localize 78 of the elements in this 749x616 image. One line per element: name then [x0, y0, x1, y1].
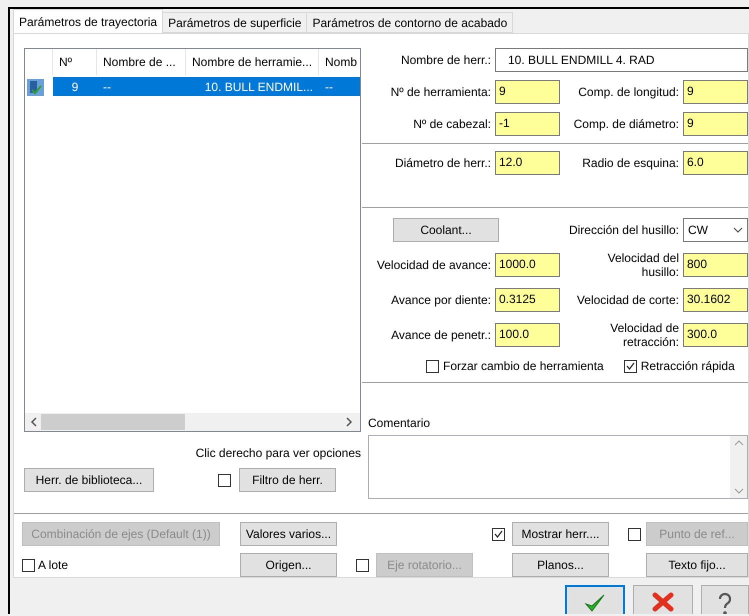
chevron-right-icon [345, 417, 353, 427]
checkbox-label: Forzar cambio de herramienta [443, 359, 604, 373]
comment-label: Comentario [368, 416, 432, 430]
chevron-left-icon [30, 417, 38, 427]
horizontal-scrollbar[interactable] [25, 413, 360, 431]
checkbox[interactable] [22, 558, 35, 572]
input-field[interactable]: 9 [495, 80, 560, 104]
option-button[interactable]: Origen... [240, 553, 337, 577]
table-cell-text: -- [324, 78, 334, 96]
checkbox-label: A lote [38, 558, 68, 572]
field-label: Nº de cabezal: [413, 117, 492, 131]
cancel-button[interactable] [633, 585, 693, 614]
comment-field[interactable] [368, 435, 748, 499]
checkbox[interactable] [426, 360, 439, 372]
field-label: Velocidad del husillo: [608, 251, 680, 279]
field-label: Velocidad de avance: [376, 258, 492, 272]
input-field[interactable]: 0.3125 [495, 288, 560, 312]
vertical-scrollbar[interactable] [730, 436, 747, 498]
field-label: Velocidad de corte: [576, 293, 680, 307]
field-label: Comp. de longitud: [578, 85, 680, 99]
field-label: Avance por diente: [391, 293, 492, 307]
help-icon [717, 592, 733, 614]
field-label: Diámetro de herr.: [394, 156, 492, 170]
tool-list[interactable]: Nº Nombre de ... Nombre de herramie... Nomb 9 -- 10. BULL ENDMIL... -- [24, 48, 361, 432]
dropdown[interactable]: CW [683, 218, 748, 242]
column-header[interactable]: Nombre de herramie... [186, 49, 319, 75]
input-field[interactable]: 6.0 [683, 151, 748, 175]
column-header[interactable]: Nº [53, 49, 97, 75]
chevron-down-icon [733, 227, 743, 233]
input-field[interactable]: 9 [683, 80, 748, 104]
input-field[interactable]: 800 [683, 253, 748, 277]
library-button[interactable]: Herr. de biblioteca... [24, 468, 154, 492]
chevron-up-icon [734, 440, 744, 446]
checkbox-label: Retracción rápida [640, 359, 735, 373]
input-field[interactable]: 1000.0 [495, 253, 560, 277]
checkmark-icon [584, 593, 606, 613]
checkbox[interactable] [624, 360, 637, 372]
input-field[interactable]: 12.0 [495, 151, 560, 175]
hint-text: Clic derecho para ver opciones [196, 446, 361, 460]
checkmark-icon [494, 530, 503, 538]
list-row[interactable]: 9 -- 10. BULL ENDMIL... -- [53, 77, 360, 96]
chevron-down-icon [734, 488, 744, 494]
field-label: Dirección del husillo: [568, 223, 680, 237]
input-field[interactable]: -1 [495, 112, 560, 136]
option-button[interactable]: Texto fijo... [646, 553, 748, 577]
table-cell-text: 10. BULL ENDMIL... [204, 78, 314, 96]
checkbox[interactable] [492, 528, 505, 540]
column-header[interactable]: Nomb [319, 49, 360, 75]
help-button[interactable] [701, 585, 749, 614]
tab[interactable]: Parámetros de contorno de acabado [306, 12, 514, 33]
input-field[interactable]: 300.0 [683, 323, 748, 347]
field-label: Nº de herramienta: [390, 85, 492, 99]
input-field[interactable]: 100.0 [495, 323, 560, 347]
checkbox[interactable] [628, 528, 641, 540]
checkbox[interactable] [356, 558, 369, 572]
input-field[interactable]: 10. BULL ENDMILL 4. RAD [495, 48, 748, 72]
coolant-button[interactable]: Coolant... [393, 218, 499, 242]
field-label: Avance de penetr.: [391, 328, 492, 342]
field-label: Velocidad de retracción: [610, 321, 680, 349]
field-label: Comp. de diámetro: [574, 117, 680, 131]
field-label: Nombre de herr.: [400, 53, 492, 67]
input-field[interactable]: 9 [683, 112, 748, 136]
checkbox[interactable] [218, 474, 231, 486]
option-button[interactable]: Valores varios... [240, 522, 337, 546]
input-field[interactable]: 30.1602 [683, 288, 748, 312]
tool-icon [27, 79, 44, 96]
tab[interactable]: Parámetros de superficie [162, 12, 308, 33]
ok-button[interactable] [565, 585, 625, 614]
tab[interactable]: Parámetros de trayectoria [13, 9, 164, 33]
field-label: Radio de esquina: [582, 156, 680, 170]
checkmark-icon [626, 362, 635, 370]
option-button[interactable]: Planos... [512, 553, 609, 577]
option-button[interactable]: Mostrar herr.... [512, 522, 609, 546]
column-header[interactable]: Nombre de ... [97, 49, 186, 75]
filter-button[interactable]: Filtro de herr. [239, 468, 336, 492]
table-cell-text: -- [102, 78, 112, 96]
table-cell-text: 9 [70, 78, 80, 96]
close-icon [652, 592, 674, 612]
